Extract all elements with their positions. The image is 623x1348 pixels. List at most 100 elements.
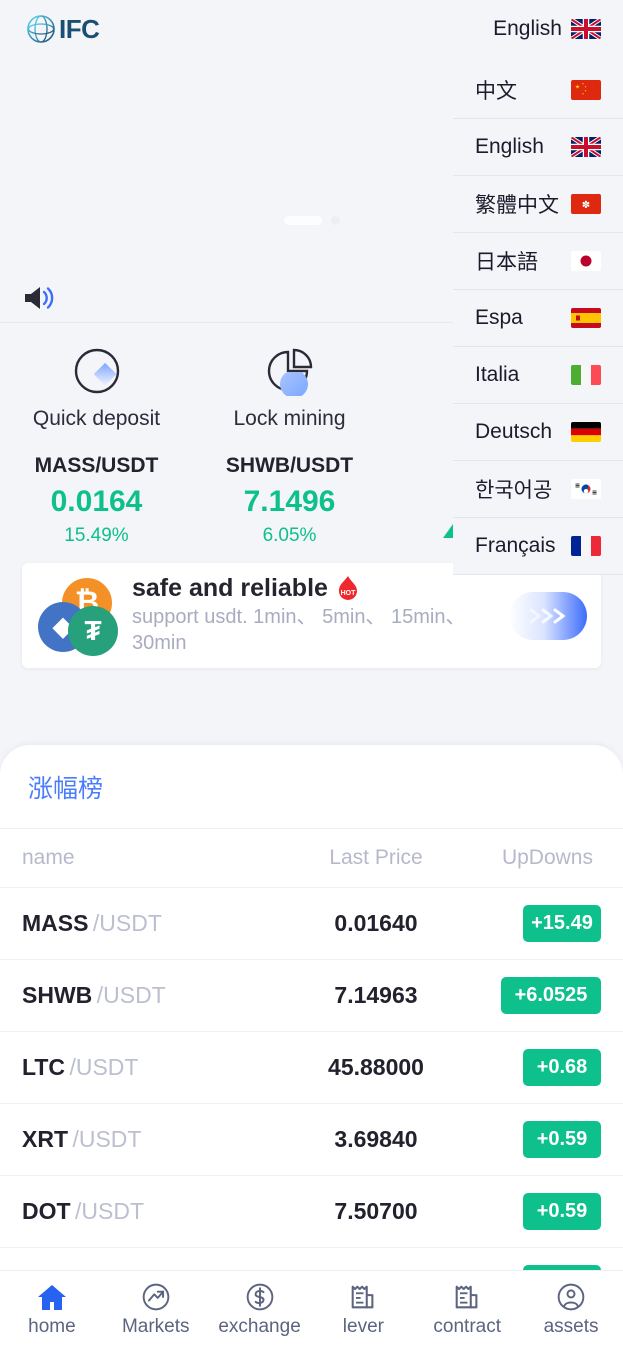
column-header-price: Last Price <box>329 846 423 869</box>
nav-item-label: home <box>28 1315 76 1337</box>
table-row[interactable]: MASS /USDT 0.01640 +15.49 <box>0 887 623 959</box>
user-circle-icon <box>554 1282 588 1312</box>
quick-action-label: Quick deposit <box>32 407 161 430</box>
nav-item-markets[interactable]: Markets <box>104 1282 208 1338</box>
language-option-label: 日本語 <box>475 251 538 274</box>
row-symbol: SHWB <box>22 982 93 1008</box>
nav-item-contract[interactable]: contract <box>415 1282 519 1338</box>
trending-up-circle-icon <box>139 1282 173 1312</box>
nav-item-label: Markets <box>121 1315 190 1337</box>
flag-cn-icon: ★ ★ ★ ★ ★ <box>571 80 601 100</box>
ticker-pair: MASS/USDT <box>34 454 159 477</box>
language-option-label: 한국어공 <box>475 479 553 502</box>
language-option-de[interactable]: Deutsch <box>453 404 623 461</box>
svg-text:✽: ✽ <box>582 200 590 211</box>
language-dropdown[interactable]: 中文 ★ ★ ★ ★ ★ English 繁體中文 ✽ 日本語 Espa Ita… <box>453 62 623 575</box>
quick-action-lock-mining[interactable]: Lock mining SHWB/USDT 7.1496 6.05% <box>193 345 386 547</box>
flag-uk-icon <box>571 137 601 157</box>
nav-item-assets[interactable]: assets <box>519 1282 623 1338</box>
language-option-label: Français <box>475 534 556 557</box>
promo-banner-title: safe and reliable <box>132 574 328 603</box>
row-price: 45.88000 <box>328 1054 424 1080</box>
market-tabs[interactable]: 涨幅榜 <box>0 745 623 829</box>
table-row[interactable]: XRT /USDT 3.69840 +0.59 <box>0 1103 623 1175</box>
svg-text:HOT: HOT <box>341 590 357 597</box>
brand-logo[interactable]: IFC <box>26 13 100 45</box>
market-table-header: name Last Price UpDowns <box>0 829 623 887</box>
brand-name: IFC <box>59 13 100 44</box>
nav-item-label: assets <box>543 1315 599 1337</box>
status-badge: +6.0525 <box>501 977 601 1014</box>
language-selector-label: English <box>493 17 562 40</box>
tether-icon: ₮ <box>68 605 118 656</box>
language-option-label: 中文 <box>475 80 517 103</box>
ticker-change: 15.49% <box>64 525 129 546</box>
table-row[interactable]: SHWB /USDT 7.14963 +6.0525 <box>0 959 623 1031</box>
row-price: 3.69840 <box>334 1126 418 1152</box>
language-option-label: English <box>475 135 544 158</box>
row-symbol: LTC <box>22 1054 66 1080</box>
table-row[interactable]: DOT /USDT 7.50700 +0.59 <box>0 1175 623 1247</box>
quick-action-deposit[interactable]: Quick deposit MASS/USDT 0.0164 15.49% <box>0 345 193 547</box>
status-badge: +0.68 <box>523 1049 601 1086</box>
language-selector[interactable]: English <box>493 17 601 41</box>
table-row[interactable]: LTC /USDT 45.88000 +0.68 <box>0 1031 623 1103</box>
globe-icon <box>26 14 56 44</box>
language-option-es[interactable]: Espa <box>453 290 623 347</box>
diamond-circle-icon <box>72 345 122 397</box>
flag-es-icon <box>571 308 601 328</box>
promo-banner[interactable]: ₿ ◆ ₮ safe and reliable HOT support usdt… <box>22 563 601 668</box>
language-option-zh-tw[interactable]: 繁體中文 ✽ <box>453 176 623 233</box>
flag-fr-icon <box>571 536 601 556</box>
market-table-body: MASS /USDT 0.01640 +15.49 SHWB /USDT 7.1… <box>0 887 623 1319</box>
row-price: 0.01640 <box>334 910 418 936</box>
promo-banner-cta[interactable] <box>509 591 587 640</box>
speaker-icon[interactable] <box>22 284 56 312</box>
svg-text:★: ★ <box>575 85 580 91</box>
triple-chevron-right-icon <box>527 606 569 626</box>
ticker-price: 0.0164 <box>50 485 143 518</box>
carousel-dot[interactable] <box>330 216 340 225</box>
flag-kr-icon <box>571 479 601 499</box>
row-quote: /USDT <box>69 1054 139 1080</box>
nav-item-home[interactable]: home <box>0 1282 104 1338</box>
row-quote: /USDT <box>96 982 166 1008</box>
carousel-dot-active[interactable] <box>283 216 322 225</box>
status-badge: +0.59 <box>523 1193 601 1230</box>
nav-item-exchange[interactable]: exchange <box>208 1282 312 1338</box>
language-option-en[interactable]: English <box>453 119 623 176</box>
row-quote: /USDT <box>75 1198 145 1224</box>
document-icon <box>348 1282 378 1312</box>
row-symbol: DOT <box>22 1198 71 1224</box>
flag-it-icon <box>571 365 601 385</box>
tab-gainers[interactable]: 涨幅榜 <box>28 769 103 805</box>
nav-item-label: exchange <box>218 1315 301 1337</box>
bottom-navigation: home Markets exchange lever contract ass… <box>0 1270 623 1348</box>
nav-item-lever[interactable]: lever <box>311 1282 415 1338</box>
market-list-card: 涨幅榜 name Last Price UpDowns MASS /USDT 0… <box>0 745 623 1348</box>
row-price: 7.50700 <box>334 1198 418 1224</box>
flag-de-icon <box>571 422 601 442</box>
row-symbol: MASS <box>22 910 89 936</box>
quick-action-label: Lock mining <box>233 407 346 430</box>
row-price: 7.14963 <box>334 982 418 1008</box>
language-option-ja[interactable]: 日本語 <box>453 233 623 290</box>
ticker-price: 7.1496 <box>243 485 336 518</box>
promo-banner-subtitle: support usdt. 1min、 5min、 15min、 30min <box>132 606 466 654</box>
language-option-fr[interactable]: Français <box>453 518 623 575</box>
row-quote: /USDT <box>92 910 162 936</box>
crypto-coins-group: ₿ ◆ ₮ <box>34 576 122 656</box>
status-badge: +0.59 <box>523 1121 601 1158</box>
ticker-change-partial <box>443 524 453 538</box>
column-header-change: UpDowns <box>501 846 593 869</box>
language-option-it[interactable]: Italia <box>453 347 623 404</box>
flag-uk-icon <box>571 19 601 39</box>
language-option-label: Espa <box>475 306 523 329</box>
language-option-ko[interactable]: 한국어공 <box>453 461 623 518</box>
language-option-label: Deutsch <box>475 420 553 443</box>
nav-item-label: contract <box>433 1315 502 1337</box>
language-option-zh[interactable]: 中文 ★ ★ ★ ★ ★ <box>453 62 623 119</box>
hot-flame-icon: HOT <box>336 575 360 602</box>
flag-hk-icon: ✽ <box>571 194 601 214</box>
language-option-label: 繁體中文 <box>475 194 559 217</box>
